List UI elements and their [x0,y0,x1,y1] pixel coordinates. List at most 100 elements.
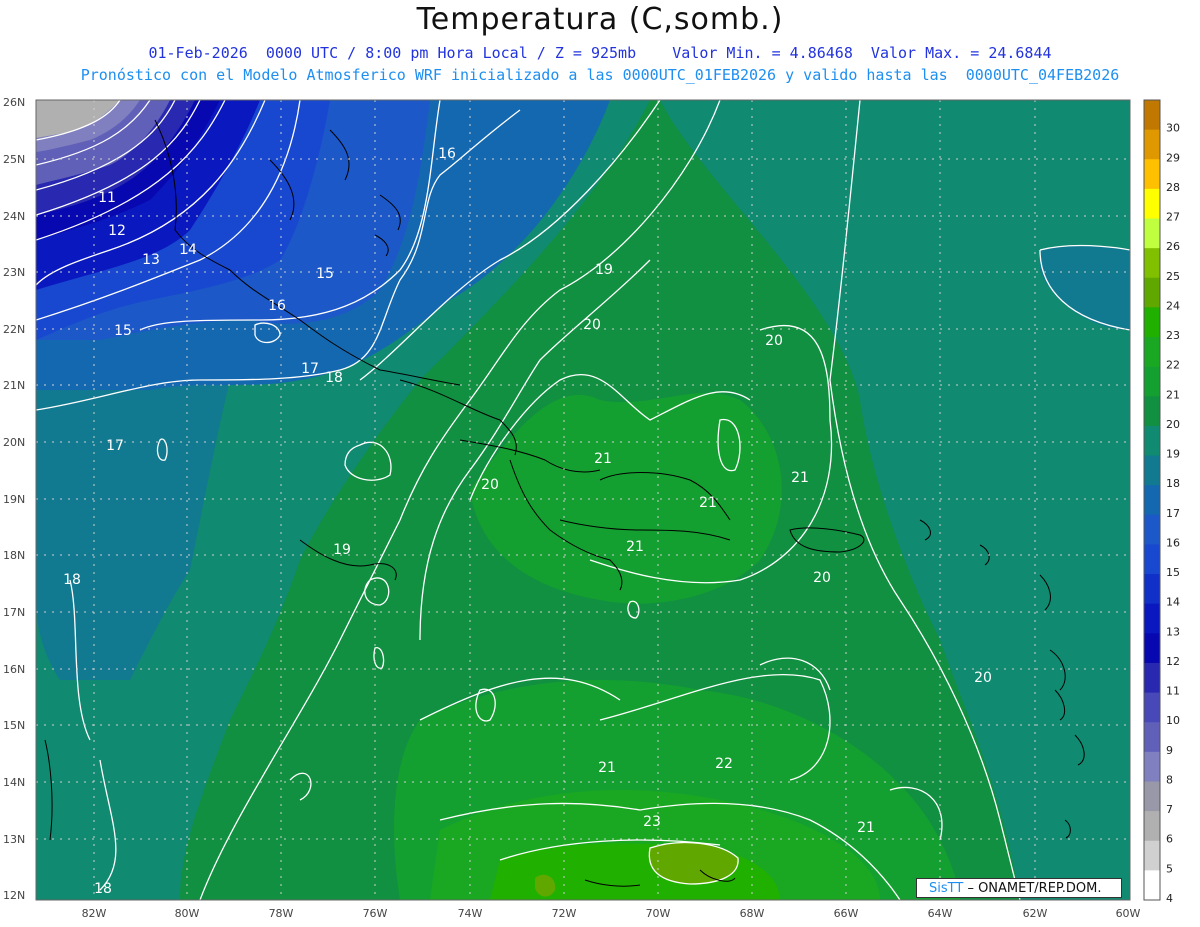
colorbar-swatch [1144,811,1160,842]
colorbar-label: 20 [1166,418,1180,431]
contour-label: 17 [106,438,124,454]
contour-label: 20 [765,333,783,349]
filled-temperature-field [36,100,1130,900]
credit-box: SisTT – ONAMET/REP.DOM. [916,878,1122,898]
contour-label: 21 [598,760,616,776]
colorbar-swatch [1144,840,1160,871]
colorbar-label: 30 [1166,122,1180,135]
contour-label: 15 [316,266,334,282]
lat-label: 24N [3,210,25,223]
colorbar-label: 28 [1166,181,1180,194]
colorbar-swatch [1144,455,1160,486]
lat-label: 26N [3,96,25,109]
colorbar-swatch [1144,366,1160,397]
colorbar-label: 19 [1166,448,1180,461]
contour-label: 15 [114,323,132,339]
colorbar-swatch [1144,633,1160,664]
lon-label: 60W [1116,907,1141,920]
colorbar-label: 9 [1166,744,1173,757]
lat-label: 16N [3,663,25,676]
colorbar: 30 29 28 27 26 25 24 23 22 21 20 19 18 17 16 15 14 13 12 11… [1143,99,1180,905]
contour-label: 19 [333,542,351,558]
contour-label: 20 [583,317,601,333]
colorbar-swatch [1144,574,1160,605]
colorbar-swatch [1144,159,1160,190]
colorbar-label: 10 [1166,714,1180,727]
colorbar-swatch [1144,662,1160,694]
colorbar-swatch [1144,544,1160,575]
colorbar-label: 22 [1166,359,1180,372]
colorbar-label: 27 [1166,211,1180,224]
colorbar-swatch [1144,100,1160,131]
contour-label: 20 [481,477,499,493]
contour-label: 21 [857,820,875,836]
contour-label: 20 [813,570,831,586]
colorbar-swatch [1144,870,1160,901]
lat-axis: 26N 25N 24N 23N 22N 21N 20N 19N 18N 17N … [3,96,25,902]
lat-label: 20N [3,436,25,449]
colorbar-label: 14 [1166,596,1180,609]
map-title: Temperatura (C,somb.) [416,2,784,37]
lon-label: 62W [1023,907,1048,920]
lat-label: 17N [3,606,25,619]
contour-label: 22 [715,756,733,772]
contour-label: 21 [699,495,717,511]
contour-label: 18 [63,572,81,588]
contour-label: 18 [325,370,343,386]
contour-label: 16 [268,298,286,314]
contour-label: 21 [594,451,612,467]
colorbar-swatch [1144,603,1160,634]
colorbar-swatch [1144,485,1160,516]
colorbar-label: 21 [1166,388,1180,401]
lat-label: 18N [3,549,25,562]
lon-label: 74W [458,907,483,920]
colorbar-label: 25 [1166,270,1180,283]
contour-label: 18 [94,881,112,897]
colorbar-swatch [1144,781,1160,812]
map-subtitle-model: Pronóstico con el Modelo Atmosferico WRF… [80,66,1120,84]
lat-label: 22N [3,323,25,336]
lon-label: 66W [834,907,859,920]
lon-label: 76W [363,907,388,920]
colorbar-swatch [1144,337,1160,368]
colorbar-label: 17 [1166,507,1180,520]
contour-label: 16 [438,146,456,162]
colorbar-label: 13 [1166,625,1180,638]
contour-label: 12 [108,223,126,239]
contour-label: 19 [595,262,613,278]
colorbar-swatch [1144,514,1160,545]
contour-label: 11 [98,190,116,206]
contour-label: 21 [626,539,644,555]
lon-label: 68W [740,907,765,920]
lon-label: 64W [928,907,953,920]
colorbar-label: 6 [1166,833,1173,846]
colorbar-label: 26 [1166,240,1180,253]
colorbar-label: 23 [1166,329,1180,342]
colorbar-label: 12 [1166,655,1180,668]
lat-label: 14N [3,776,25,789]
colorbar-label: 5 [1166,862,1173,875]
lat-label: 23N [3,266,25,279]
contour-label: 17 [301,361,319,377]
temperature-map: 26N 25N 24N 23N 22N 21N 20N 19N 18N 17N … [3,96,1180,920]
contour-label: 14 [179,242,197,258]
colorbar-label: 29 [1166,151,1180,164]
colorbar-label: 16 [1166,536,1180,549]
contour-label: 23 [643,814,661,830]
lat-label: 13N [3,833,25,846]
colorbar-label: 24 [1166,299,1180,312]
colorbar-swatch [1144,692,1160,723]
lon-axis: 82W 80W 78W 76W 74W 72W 70W 68W 66W 64W … [82,907,1141,920]
colorbar-swatch [1144,307,1160,338]
colorbar-swatch [1144,425,1160,457]
colorbar-swatch [1144,248,1160,279]
lat-label: 25N [3,153,25,166]
lon-label: 70W [646,907,671,920]
lon-label: 72W [552,907,577,920]
lat-label: 21N [3,379,25,392]
credit-logo-text: SisTT [929,881,964,896]
colorbar-swatch [1144,218,1160,249]
colorbar-label: 8 [1166,773,1173,786]
colorbar-swatch [1144,722,1160,753]
lat-label: 15N [3,719,25,732]
